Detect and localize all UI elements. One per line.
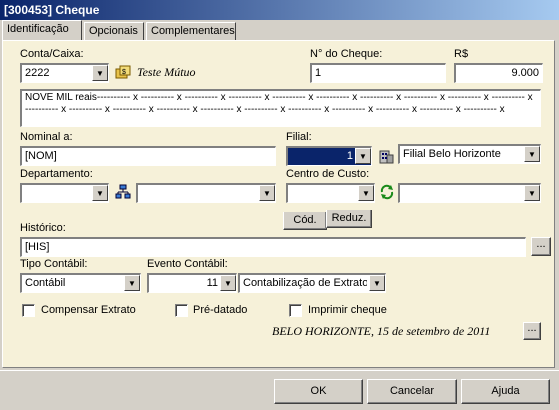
chevron-down-icon[interactable] — [369, 275, 385, 291]
window-title: [300453] Cheque — [0, 0, 559, 20]
org-chart-icon[interactable] — [115, 184, 131, 200]
evento-contabil-description-select[interactable]: Contabilização de Extrato d — [238, 273, 386, 293]
account-icon[interactable]: $ — [115, 65, 131, 79]
departamento-label: Departamento: — [20, 168, 93, 180]
tipo-contabil-label: Tipo Contábil: — [20, 258, 88, 270]
conta-caixa-select[interactable]: 2222 — [20, 63, 109, 83]
compensar-extrato-label: Compensar Extrato — [41, 304, 136, 316]
evento-contabil-select[interactable]: 11 — [147, 273, 237, 293]
centro-custo-select[interactable] — [286, 183, 375, 203]
button-bar: OK Cancelar Ajuda — [0, 370, 559, 410]
data-local-edit-button[interactable]: ... — [523, 322, 541, 340]
evento-contabil-label: Evento Contábil: — [147, 258, 228, 270]
nominal-label: Nominal a: — [20, 131, 73, 143]
numero-cheque-label: N° do Cheque: — [310, 48, 383, 60]
departamento-select[interactable] — [20, 183, 109, 203]
cancelar-button[interactable]: Cancelar — [367, 379, 457, 404]
filial-label: Filial: — [286, 131, 312, 143]
extenso-line-1: NOVE MIL reais---------- x ---------- x … — [25, 92, 533, 103]
chevron-down-icon[interactable] — [124, 275, 140, 291]
tab-identificacao[interactable]: Identificação — [2, 20, 82, 41]
pre-datado-label: Pré-datado — [193, 304, 248, 316]
ok-button[interactable]: OK — [274, 379, 363, 404]
numero-cheque-input[interactable]: 1 — [310, 63, 446, 83]
conta-caixa-label: Conta/Caixa: — [20, 48, 84, 60]
departamento-description-select[interactable] — [136, 183, 276, 203]
subtab-reduz[interactable]: Reduz. — [326, 210, 372, 228]
tipo-contabil-select[interactable]: Contábil — [20, 273, 141, 293]
filial-select[interactable]: 1 — [286, 146, 372, 166]
chevron-down-icon[interactable] — [92, 65, 108, 81]
tab-complementares[interactable]: Complementares — [146, 22, 236, 40]
chevron-down-icon[interactable] — [259, 185, 275, 201]
imprimir-cheque-label: Imprimir cheque — [308, 304, 387, 316]
subtab-cod[interactable]: Cód. — [283, 212, 327, 230]
tab-opcionais[interactable]: Opcionais — [84, 22, 144, 40]
valor-extenso-memo[interactable]: NOVE MIL reais---------- x ---------- x … — [20, 89, 541, 127]
data-local-text: BELO HORIZONTE, 15 de setembro de 2011 — [272, 324, 491, 338]
extenso-line-2: ---------- x ---------- x ---------- x -… — [25, 104, 505, 115]
pre-datado-checkbox[interactable] — [175, 304, 188, 317]
nominal-input[interactable]: [NOM] — [20, 146, 276, 166]
compensar-extrato-checkbox[interactable] — [22, 304, 35, 317]
svg-text:$: $ — [122, 69, 126, 76]
chevron-down-icon[interactable] — [220, 275, 236, 291]
centro-custo-description-select[interactable] — [398, 183, 541, 203]
chevron-down-icon[interactable] — [524, 185, 540, 201]
historico-input[interactable]: [HIS] — [20, 237, 526, 257]
refresh-icon[interactable] — [379, 184, 395, 200]
chevron-down-icon[interactable] — [358, 185, 374, 201]
imprimir-cheque-checkbox[interactable] — [289, 304, 302, 317]
chevron-down-icon[interactable] — [355, 148, 371, 164]
chevron-down-icon[interactable] — [92, 185, 108, 201]
conta-caixa-description: Teste Mútuo — [137, 65, 196, 79]
valor-label: R$ — [454, 48, 469, 60]
building-icon[interactable] — [378, 148, 394, 164]
centro-custo-label: Centro de Custo: — [286, 168, 370, 180]
ajuda-button[interactable]: Ajuda — [461, 379, 550, 404]
historico-label: Histórico: — [20, 222, 66, 234]
filial-description-select[interactable]: Filial Belo Horizonte — [398, 144, 541, 164]
valor-input[interactable]: 9.000 — [454, 63, 543, 83]
identificacao-panel: Conta/Caixa: 2222 $ Teste Mútuo N° do Ch… — [2, 40, 555, 368]
historico-lookup-button[interactable]: ... — [531, 237, 551, 256]
chevron-down-icon[interactable] — [524, 146, 540, 162]
